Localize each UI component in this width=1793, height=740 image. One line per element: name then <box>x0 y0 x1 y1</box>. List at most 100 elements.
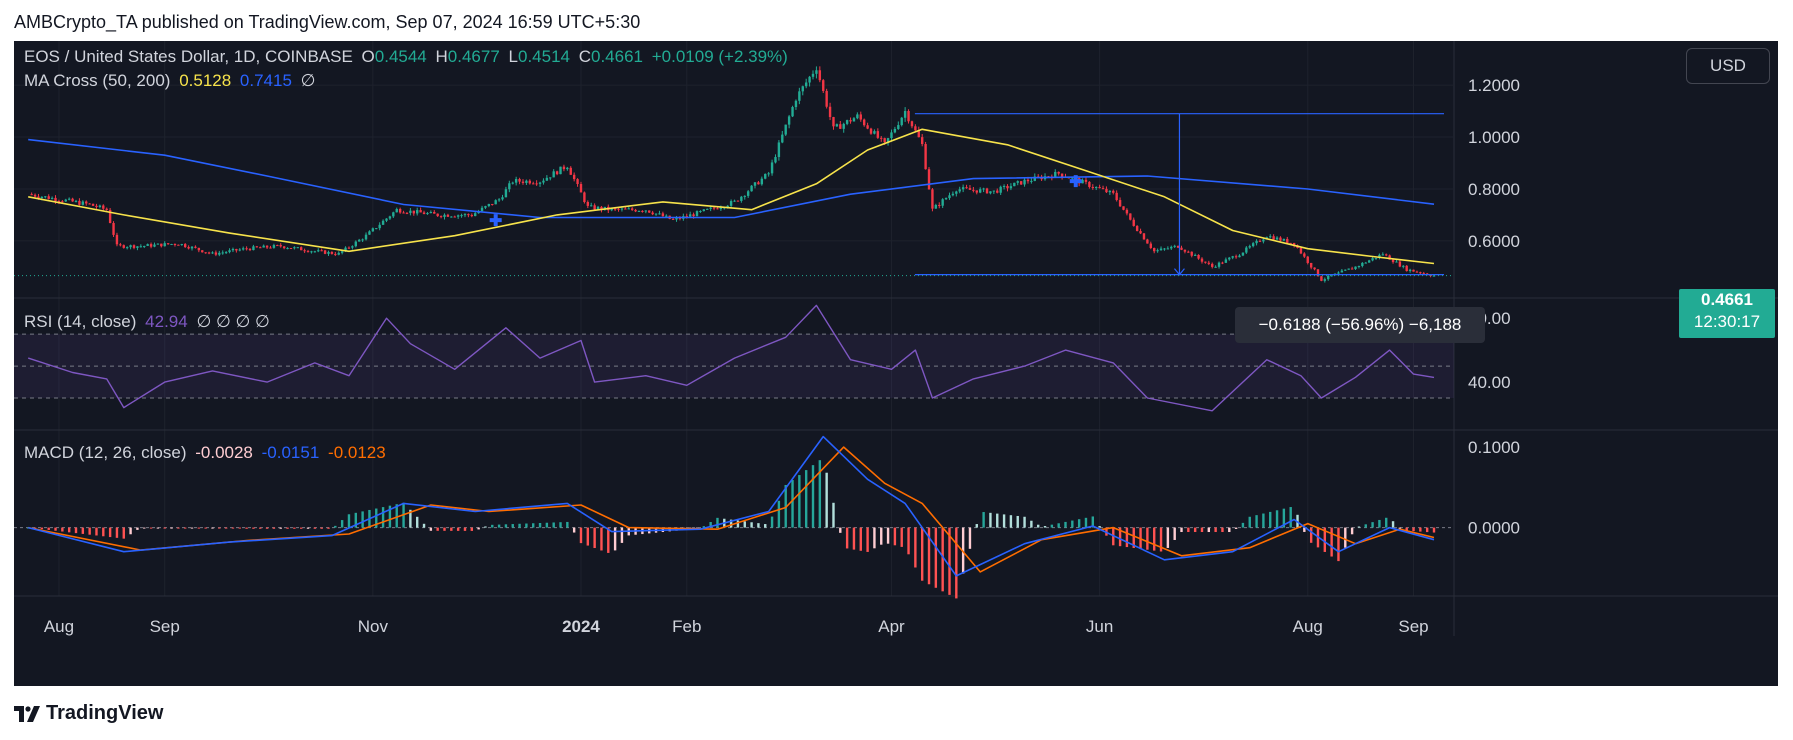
candle-body <box>630 208 634 210</box>
macd-histogram-bar <box>177 527 180 529</box>
candle-body <box>136 246 139 248</box>
macd-histogram-bar <box>900 527 903 547</box>
candle-body <box>484 206 487 208</box>
candle-body <box>494 200 497 205</box>
ma-legend: MA Cross (50, 200) 0.5128 0.7415 ∅ <box>24 71 319 91</box>
candle-body <box>955 191 958 194</box>
macd-histogram-bar <box>1350 527 1354 535</box>
candle-body <box>712 207 716 209</box>
last-price: 0.4661 <box>1701 290 1753 309</box>
candle-body <box>586 202 590 206</box>
macd-histogram-bar <box>1391 521 1395 528</box>
candle-body <box>1183 249 1187 252</box>
macd-histogram-bar <box>1228 527 1231 533</box>
candle-body <box>1306 256 1309 263</box>
macd-axis-tick: 0.1000 <box>1468 438 1520 457</box>
candle-body <box>1412 269 1415 272</box>
candle-body <box>1323 279 1327 281</box>
candle-body <box>426 213 429 215</box>
candle-body <box>293 247 296 249</box>
candle-body <box>1320 276 1323 281</box>
macd-histogram-bar <box>149 527 153 529</box>
candle-body <box>282 246 286 249</box>
time-axis-tick: Aug <box>44 617 74 636</box>
candle-body <box>822 80 825 91</box>
candle-body <box>787 116 791 125</box>
candle-body <box>1408 269 1412 272</box>
candle-body <box>815 70 818 74</box>
rsi-title[interactable]: RSI (14, close) <box>24 312 136 331</box>
candle-body <box>160 243 163 247</box>
macd-title[interactable]: MACD (12, 26, close) <box>24 443 187 462</box>
candle-body <box>1221 262 1224 264</box>
candle-body <box>1108 190 1112 193</box>
candle-body <box>1279 237 1282 241</box>
macd-histogram-bar <box>716 517 719 528</box>
candle-body <box>378 224 381 229</box>
macd-histogram-bar <box>450 527 453 531</box>
candle-body <box>1170 246 1173 249</box>
candle-body <box>801 86 804 92</box>
ma-title[interactable]: MA Cross (50, 200) <box>24 71 170 90</box>
brand[interactable]: TradingView <box>14 702 163 725</box>
high-value: 0.4677 <box>447 47 500 66</box>
candle-body <box>753 182 757 186</box>
candle-body <box>91 203 95 206</box>
macd-histogram-bar <box>156 527 160 529</box>
rsi-extra: ∅ ∅ ∅ ∅ <box>196 312 270 331</box>
macd-histogram-bar <box>1153 527 1156 551</box>
candle-body <box>641 210 644 212</box>
macd-histogram-bar <box>572 527 576 533</box>
macd-histogram-bar <box>1043 526 1047 528</box>
macd-histogram-bar <box>204 527 207 529</box>
macd-histogram-bar <box>1214 527 1217 533</box>
candle-body <box>340 251 344 253</box>
candle-body <box>572 174 576 180</box>
candle-body <box>276 245 279 247</box>
candle-body <box>1245 247 1248 253</box>
candle-body <box>497 199 501 201</box>
macd-histogram-bar <box>1255 515 1258 528</box>
macd-histogram-bar <box>607 527 610 553</box>
candle-body <box>1303 253 1306 257</box>
candle-body <box>330 251 334 254</box>
macd-histogram-bar <box>416 516 419 528</box>
macd-histogram-bar <box>1200 527 1204 533</box>
candle-body <box>279 245 282 247</box>
candle-body <box>1006 185 1009 189</box>
candle-body <box>671 218 675 220</box>
candle-body <box>1166 248 1170 250</box>
candle-body <box>733 200 736 202</box>
candle-body <box>835 124 839 127</box>
candle-body <box>395 208 398 213</box>
candle-body <box>388 216 392 219</box>
macd-histogram-bar <box>129 527 132 535</box>
chart-canvas[interactable]: 1.20001.00000.80000.600080.0040.000.1000… <box>14 41 1778 686</box>
macd-histogram-bar <box>224 527 228 529</box>
candle-body <box>559 166 562 175</box>
candle-body <box>1013 182 1016 187</box>
chart-frame[interactable]: 1.2000 1.0000 0.8000 0.6000 80.00 40.00 0.1000… <box>14 41 1778 686</box>
candle-body <box>856 114 859 119</box>
symbol-title[interactable]: EOS / United States Dollar, 1D, COINBASE <box>24 47 353 66</box>
macd-histogram-bar <box>1207 527 1211 533</box>
macd-histogram-bar <box>586 527 590 546</box>
candle-body <box>978 189 982 193</box>
candle-body <box>661 213 665 217</box>
candle-body <box>146 244 149 246</box>
candle-body <box>214 252 218 255</box>
candle-body <box>576 179 579 185</box>
macd-histogram-bar <box>497 524 501 528</box>
macd-histogram-bar <box>525 523 528 528</box>
candle-body <box>1248 246 1251 248</box>
macd-histogram-bar <box>1002 514 1006 528</box>
macd-histogram-bar <box>593 527 596 549</box>
macd-histogram-bar <box>422 523 426 528</box>
candle-body <box>931 189 934 209</box>
candle-body <box>538 182 542 184</box>
macd-histogram-bar <box>757 523 760 528</box>
currency-button[interactable]: USD <box>1686 48 1770 84</box>
candle-body <box>187 247 190 249</box>
candle-body <box>552 171 555 178</box>
low-value: 0.4514 <box>517 47 570 66</box>
